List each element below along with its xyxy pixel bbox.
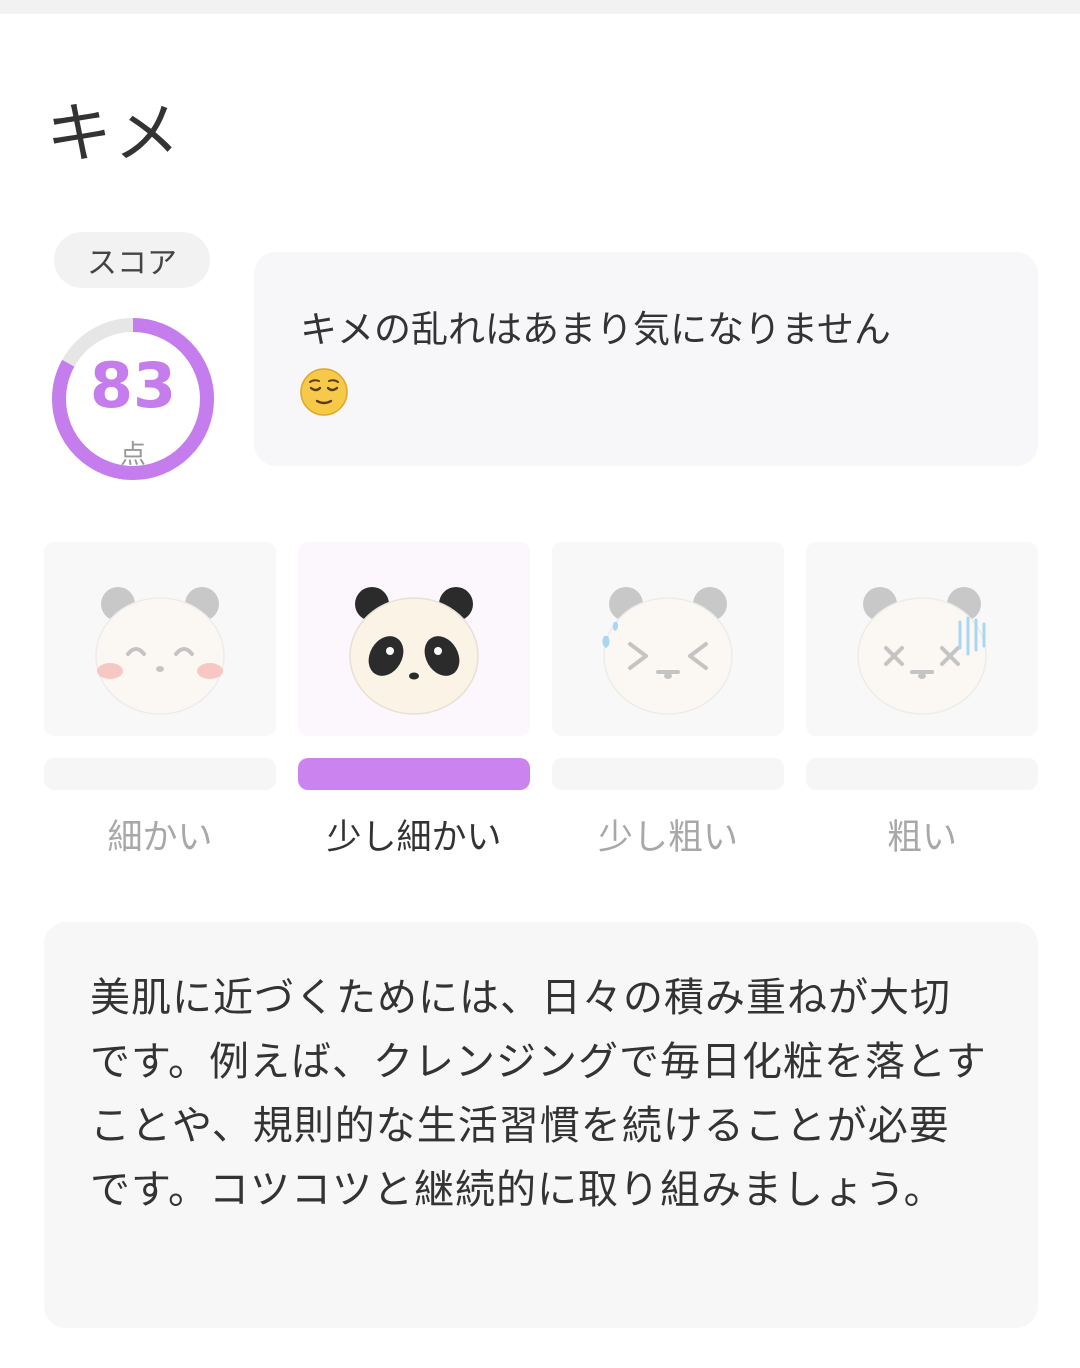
level-label-fine: 細かい [107,818,213,858]
level-bar-slightly-coarse [552,758,784,790]
level-bar-slightly-fine [298,758,530,790]
score-unit: 点 [119,440,146,470]
message-card: キメの乱れはあまり気になりません [254,252,1038,466]
relieved-face-icon [300,368,348,416]
smiling-panda-icon [95,587,225,715]
score-label-badge: スコア [54,232,210,288]
level-bar-coarse [806,758,1038,790]
level-option-slightly-coarse[interactable] [552,542,784,736]
score-value: 83 [89,349,177,422]
level-option-fine[interactable] [44,542,276,736]
dizzy-panda-icon [857,587,987,715]
level-label-slightly-coarse: 少し粗い [597,818,738,858]
level-label-slightly-fine: 少し細かい [326,818,502,858]
level-option-coarse[interactable] [806,542,1038,736]
level-bar-fine [44,758,276,790]
top-bar [0,0,1080,14]
advice-text: 美肌に近づくためには、日々の積み重ねが大切です。例えば、クレンジングで毎日化粧を… [90,975,987,1213]
level-label-coarse: 粗い [886,818,957,858]
neutral-panda-icon [349,587,479,715]
page-title: キメ [46,95,182,172]
message-text: キメの乱れはあまり気になりません [300,308,891,351]
score-label: スコア [87,246,177,281]
squinting-panda-icon [602,587,733,715]
advice-card: 美肌に近づくためには、日々の積み重ねが大切です。例えば、クレンジングで毎日化粧を… [44,922,1038,1328]
level-option-slightly-fine[interactable] [298,542,530,736]
